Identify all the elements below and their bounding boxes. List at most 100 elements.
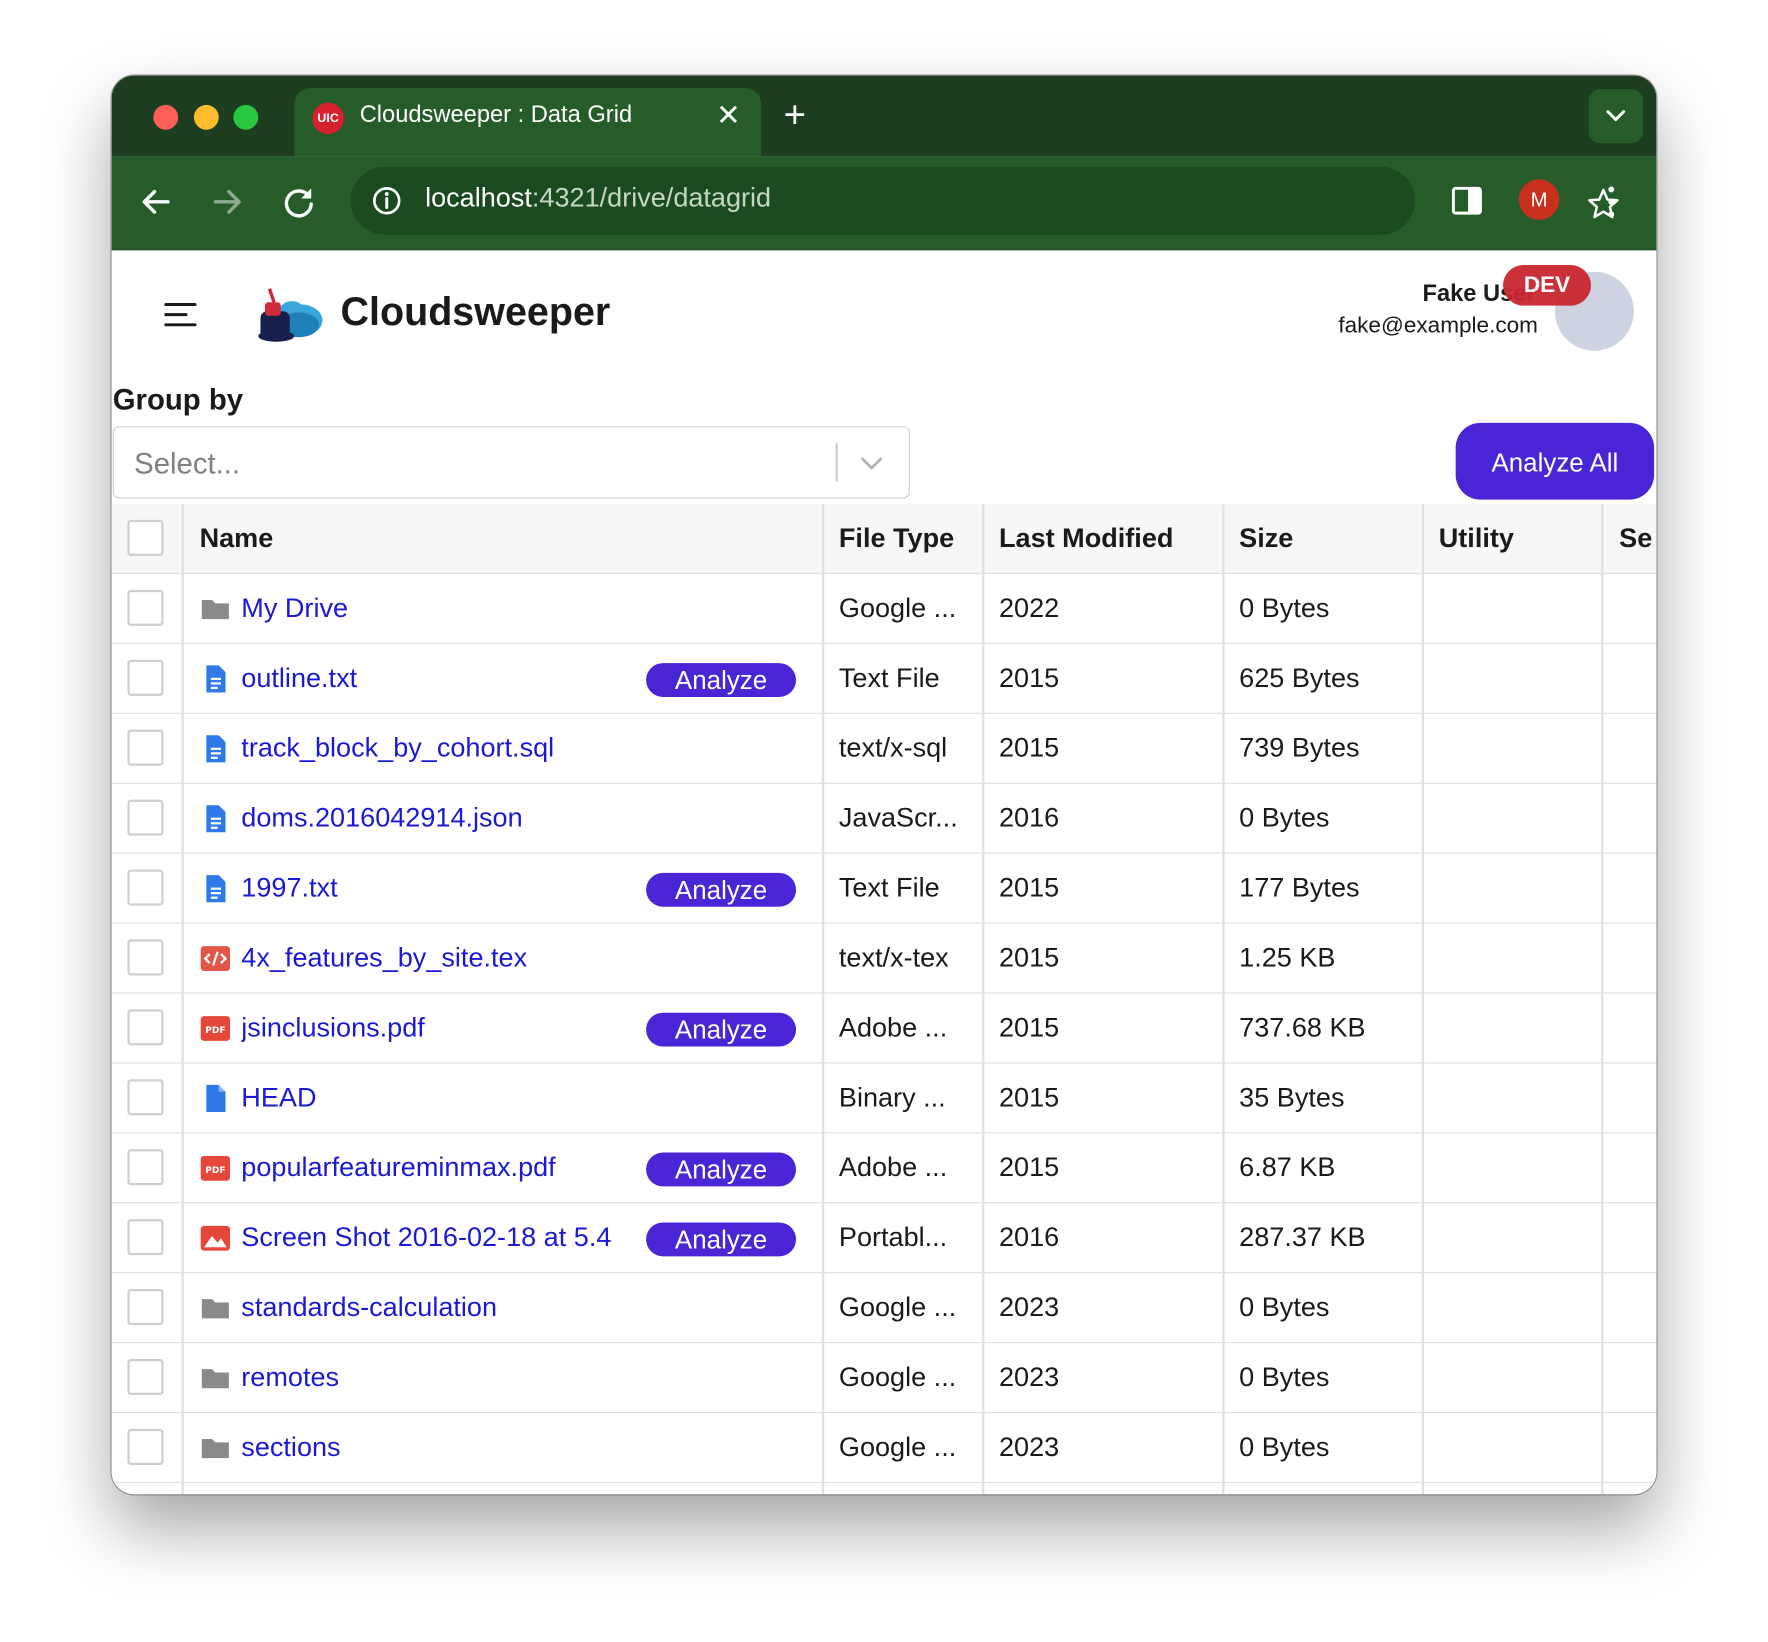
last-modified-cell: 2016 (999, 802, 1060, 834)
minimize-window-button[interactable] (193, 104, 219, 130)
row-checkbox[interactable] (127, 1079, 164, 1116)
browser-menu-button[interactable] (1598, 182, 1625, 228)
file-type-cell: Text File (838, 663, 940, 694)
groupby-select[interactable]: Select... (112, 426, 910, 499)
row-checkbox[interactable] (127, 659, 164, 696)
folder-icon (200, 1363, 232, 1392)
size-cell: 177 Bytes (1239, 872, 1360, 904)
file-name-link[interactable]: 4x_features_by_site.tex (241, 924, 639, 994)
file-name-link[interactable]: doms.2016042914.json (241, 784, 639, 854)
row-checkbox[interactable] (127, 1358, 164, 1396)
cloudsweeper-logo-icon (258, 286, 326, 348)
size-cell: 0 Bytes (1239, 593, 1330, 624)
table-row[interactable]: My Drive Google ... 2022 0 Bytes (111, 574, 1657, 644)
size-cell: 35 Bytes (1239, 1082, 1345, 1114)
tab-title: Cloudsweeper : Data Grid (359, 101, 633, 128)
maximize-window-button[interactable] (233, 104, 259, 130)
row-checkbox[interactable] (127, 729, 164, 766)
row-checkbox[interactable] (127, 939, 164, 976)
table-row[interactable]: 4x_features_by_site.tex text/x-tex 2015 1.2… (111, 924, 1657, 994)
row-checkbox[interactable] (127, 1289, 164, 1326)
file-name-link[interactable]: jsinclusions.pdf (241, 994, 639, 1064)
table-row[interactable]: PDF jsinclusions.pdf Analyze Adobe ... 2015 7… (111, 994, 1657, 1064)
column-header-size[interactable]: Size (1239, 504, 1419, 574)
back-button[interactable] (134, 179, 179, 224)
forward-button[interactable] (204, 179, 249, 224)
svg-text:PDF: PDF (205, 1166, 225, 1176)
column-header-utility[interactable]: Utility (1439, 504, 1597, 574)
size-cell: 739 Bytes (1239, 733, 1360, 764)
analyze-button[interactable]: Analyze (646, 663, 797, 697)
column-header-last-modified[interactable]: Last Modified (999, 504, 1219, 574)
row-checkbox[interactable] (127, 1149, 164, 1186)
file-name-link[interactable]: sections (241, 1413, 639, 1483)
reload-button[interactable] (276, 179, 321, 224)
user-email: fake@example.com (1338, 313, 1538, 339)
file-type-cell: text/x-tex (838, 942, 949, 974)
chevron-down-icon (1606, 110, 1626, 122)
row-checkbox[interactable] (127, 869, 164, 906)
analyze-button[interactable]: Analyze (646, 872, 797, 907)
env-badge: DEV (1503, 265, 1591, 306)
last-modified-cell: 2015 (999, 1082, 1060, 1114)
file-type-cell: Text File (838, 872, 940, 904)
file-name-link[interactable]: HEAD (241, 1063, 639, 1133)
analyze-button[interactable]: Analyze (646, 1012, 797, 1047)
menu-button[interactable] (163, 300, 197, 335)
site-info-button[interactable] (366, 180, 407, 221)
row-checkbox[interactable] (127, 1219, 164, 1256)
image-icon (200, 1224, 232, 1253)
grid-header: Name File Type Last Modified Size Utilit… (111, 504, 1657, 575)
file-name-link[interactable]: My Drive (241, 574, 639, 644)
reload-icon (284, 188, 313, 218)
table-row[interactable]: HEAD Binary ... 2015 35 Bytes (111, 1063, 1657, 1134)
browser-tab[interactable]: UIC Cloudsweeper : Data Grid ✕ (294, 87, 762, 157)
data-grid: Name File Type Last Modified Size Utilit… (111, 504, 1657, 1495)
address-bar[interactable]: localhost:4321/drive/datagrid (350, 166, 1619, 235)
file-name-link[interactable]: track_block_by_cohort.sql (241, 714, 639, 784)
row-checkbox[interactable] (127, 799, 164, 836)
doc-icon (200, 734, 232, 763)
row-checkbox[interactable] (127, 1428, 164, 1465)
file-name-link[interactable]: popularfeatureminmax.pdf (241, 1133, 639, 1203)
table-row[interactable]: sections Google ... 2023 0 Bytes (111, 1413, 1657, 1483)
table-row[interactable]: track_block_by_cohort.sql text/x-sql 2015 7… (111, 714, 1657, 784)
last-modified-cell: 2015 (999, 942, 1060, 974)
column-header-name[interactable]: Name (200, 504, 877, 574)
column-header-se[interactable]: Se (1619, 504, 1656, 574)
file-name-link[interactable]: Screen Shot 2016-02-18 at 5.4 (241, 1203, 639, 1273)
file-name-link[interactable]: remotes (241, 1343, 639, 1413)
file-name-link[interactable]: 1997.txt (241, 854, 639, 924)
table-row[interactable]: PDF popularfeatureminmax.pdf Analyze Adobe … (111, 1133, 1657, 1204)
file-name-link[interactable]: outline.txt (241, 644, 639, 714)
last-modified-cell: 2015 (999, 733, 1060, 764)
table-row[interactable]: standards-calculation Google ... 2023 0 Byt… (111, 1273, 1657, 1344)
more-vertical-icon (1608, 186, 1615, 218)
size-cell: 0 Bytes (1239, 1362, 1330, 1393)
file-type-cell: Adobe ... (838, 1012, 948, 1044)
dropdown-toggle[interactable] (858, 450, 885, 483)
table-row[interactable]: 1997.txt Analyze Text File 2015 177 Bytes (111, 854, 1657, 924)
select-all-checkbox[interactable] (127, 519, 164, 556)
row-checkbox[interactable] (127, 589, 164, 626)
tab-search-button[interactable] (1588, 89, 1643, 144)
file-type-cell: Google ... (838, 1432, 957, 1463)
close-window-button[interactable] (153, 104, 179, 130)
analyze-button[interactable]: Analyze (646, 1222, 797, 1257)
table-row[interactable]: Screen Shot 2016-02-18 at 5.4 Analyze Port… (111, 1203, 1657, 1274)
tab-close-button[interactable]: ✕ (711, 98, 745, 133)
table-row[interactable]: outline.txt Analyze Text File 2015 625 Bytes (111, 644, 1657, 714)
file-name-link[interactable]: standards-calculation (241, 1273, 639, 1343)
row-checkbox[interactable] (127, 1009, 164, 1046)
side-panel-button[interactable] (1451, 186, 1483, 221)
analyze-all-button[interactable]: Analyze All (1455, 422, 1655, 500)
arrow-left-icon (142, 190, 170, 214)
table-row[interactable]: doms.2016042914.json JavaScr... 2016 0 Byte… (111, 784, 1657, 854)
column-header-file-type[interactable]: File Type (839, 504, 986, 574)
analyze-button[interactable]: Analyze (646, 1152, 797, 1187)
table-row[interactable]: remotes Google ... 2023 0 Bytes (111, 1343, 1657, 1414)
profile-avatar[interactable]: M (1518, 179, 1560, 220)
file-type-cell: Binary ... (838, 1082, 946, 1114)
new-tab-button[interactable]: + (784, 94, 806, 137)
doc-icon (200, 874, 232, 903)
